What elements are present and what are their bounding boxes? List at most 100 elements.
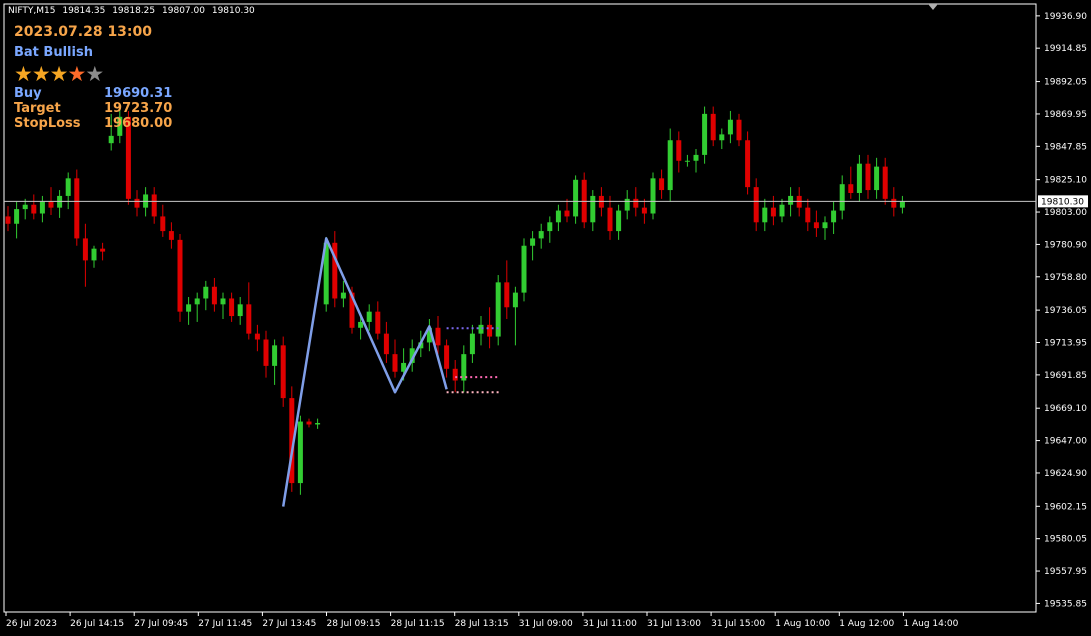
candle-body (91, 248, 97, 261)
candle-body (39, 201, 45, 214)
scroll-marker-icon (928, 4, 938, 10)
x-tick-label: 31 Jul 15:00 (711, 619, 765, 629)
x-tick-label: 27 Jul 13:45 (262, 619, 316, 629)
candle-body (736, 119, 742, 141)
y-tick-label: 19936.90 (1044, 12, 1087, 22)
y-tick-label: 19892.05 (1044, 78, 1087, 88)
candle-body (280, 345, 286, 399)
candle-body (650, 178, 656, 214)
candle-body (865, 163, 871, 191)
y-tick-label: 19803.00 (1044, 208, 1087, 218)
candle-body (82, 238, 88, 261)
target-value: 19723.70 (104, 101, 173, 116)
y-tick-label: 19691.85 (1044, 371, 1087, 381)
candle-body (538, 231, 544, 239)
y-tick-label: 19624.90 (1044, 469, 1087, 479)
y-tick-label: 19914.85 (1044, 44, 1087, 54)
candle-body (383, 333, 389, 355)
candle-body (14, 209, 20, 224)
y-tick-label: 19602.15 (1044, 502, 1087, 512)
candle-body (693, 154, 699, 161)
current-price-label: 19810.30 (1041, 197, 1084, 207)
candle-body (74, 178, 80, 239)
y-tick-label: 19535.85 (1044, 599, 1087, 609)
candle-body (590, 195, 596, 223)
candle-body (719, 134, 725, 141)
candle-body (203, 286, 209, 299)
candle-body (641, 207, 647, 214)
y-tick-label: 19669.10 (1044, 404, 1087, 414)
x-tick-label: 31 Jul 09:00 (519, 619, 573, 629)
candle-body (616, 210, 622, 232)
candle-body (710, 113, 716, 141)
candle-body (564, 210, 570, 217)
candle-body (5, 216, 11, 224)
ohlc-close: 19810.30 (211, 6, 255, 16)
candle-body (530, 238, 536, 246)
candle-body (366, 311, 372, 322)
candle-body (100, 248, 106, 252)
candle-body (822, 222, 828, 229)
stoploss-label: StopLoss (14, 116, 81, 131)
candle-body (375, 311, 381, 334)
y-tick-label: 19647.00 (1044, 437, 1087, 447)
candle-body (882, 166, 888, 199)
candle-body (831, 210, 837, 223)
candle-body (297, 421, 303, 484)
candle-body (435, 327, 441, 346)
candle-body (555, 210, 561, 223)
candle-body (770, 207, 776, 217)
candle-body (272, 345, 278, 366)
y-tick-label: 19847.85 (1044, 142, 1087, 152)
candle-body (753, 187, 759, 223)
star-filled-icon: ★ (14, 62, 33, 86)
candle-body (684, 160, 690, 162)
x-tick-label: 31 Jul 11:00 (583, 619, 637, 629)
signal-pattern-name: Bat Bullish (14, 45, 93, 60)
ohlc-low: 19807.00 (162, 6, 205, 16)
y-tick-label: 19557.95 (1044, 567, 1087, 577)
signal-datetime: 2023.07.28 13:00 (14, 24, 153, 40)
candle-body (788, 195, 794, 205)
candle-body (48, 201, 54, 208)
candle-body (813, 222, 819, 229)
candle-body (676, 140, 682, 161)
candle-body (237, 304, 243, 317)
candle-body (805, 207, 811, 223)
candle-body (521, 245, 527, 293)
y-tick-label: 19758.80 (1044, 273, 1087, 283)
candle-body (65, 178, 71, 196)
candle-body (504, 282, 510, 308)
candle-body (108, 135, 114, 144)
x-tick-label: 1 Aug 12:00 (839, 619, 894, 629)
candle-body (745, 140, 751, 188)
candle-body (151, 194, 157, 217)
x-tick-label: 26 Jul 14:15 (70, 619, 124, 629)
candle-body (874, 166, 880, 191)
candle-body (659, 178, 665, 191)
candle-body (22, 204, 28, 210)
star-filled-icon: ★ (67, 62, 86, 86)
candle-body (194, 298, 200, 305)
candle-body (160, 216, 166, 232)
candle-body (246, 304, 252, 334)
buy-value: 19690.31 (104, 86, 173, 101)
candle-body (848, 184, 854, 193)
candle-body (478, 324, 484, 334)
candle-body (306, 421, 312, 425)
candle-body (229, 298, 235, 317)
candle-body (358, 321, 364, 328)
signal-rating-stars: ★★★★★ (14, 62, 104, 86)
star-filled-icon: ★ (31, 62, 51, 86)
candle-body (315, 423, 321, 425)
candle-body (899, 201, 905, 208)
candle-body (444, 345, 450, 369)
candle-body (573, 179, 579, 217)
y-tick-label: 19869.95 (1044, 110, 1087, 120)
harmonic-pattern-line (281, 237, 448, 507)
target-label: Target (14, 101, 61, 116)
x-tick-label: 1 Aug 10:00 (775, 619, 830, 629)
candle-body (211, 286, 217, 305)
chart-header: NIFTY,M15 19814.35 19818.25 19807.00 198… (8, 6, 259, 16)
candle-body (220, 298, 226, 305)
